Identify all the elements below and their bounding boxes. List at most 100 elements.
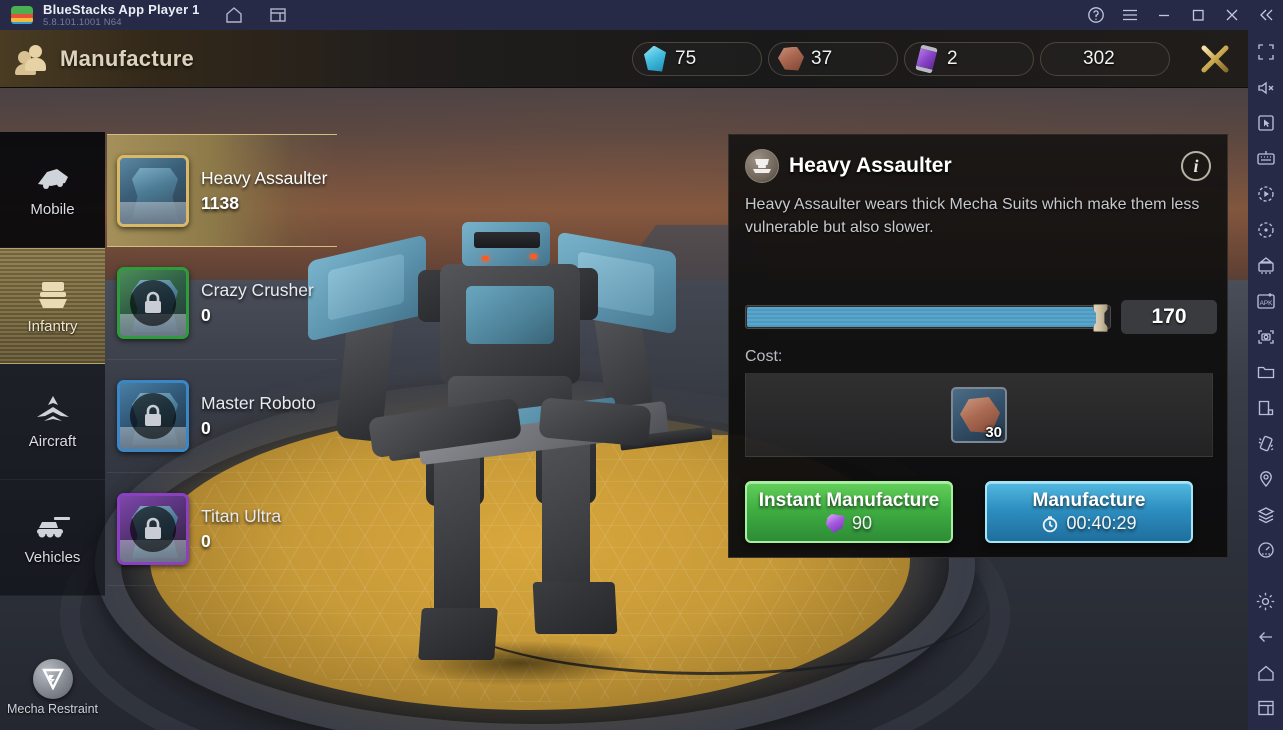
aircraft-icon <box>33 393 73 427</box>
sidebar-item-aircraft-label: Aircraft <box>28 433 77 450</box>
unit-name: Titan Ultra <box>201 506 282 526</box>
resource-gem-value: 302 <box>1083 47 1115 69</box>
resource-gem[interactable]: 302 <box>1040 41 1170 76</box>
action-buttons: Instant Manufacture 90 Manufacture 00:40… <box>745 481 1193 543</box>
page-title: Manufacture <box>15 44 194 75</box>
unit-name: Master Roboto <box>201 393 316 413</box>
manufacture-label: Manufacture <box>1032 490 1146 511</box>
unit-detail-panel: Heavy Assaulter i Heavy Assaulter wears … <box>728 134 1228 558</box>
recents-icon[interactable] <box>1252 694 1280 722</box>
bluestacks-tool-sidebar: APK <box>1248 30 1283 730</box>
detail-description: Heavy Assaulter wears thick Mecha Suits … <box>745 196 1200 236</box>
list-item[interactable]: Heavy Assaulter 1138 <box>107 134 337 247</box>
sidebar-item-infantry[interactable]: Infantry <box>0 248 105 364</box>
ore-icon <box>777 45 805 73</box>
meter-icon[interactable] <box>1252 536 1280 564</box>
clock-icon <box>1041 515 1059 533</box>
manufacture-workers-icon <box>15 44 50 75</box>
crystal-icon <box>641 45 669 73</box>
sidebar-item-vehicles[interactable]: Vehicles <box>0 480 105 596</box>
collapse-icon[interactable] <box>1249 0 1283 30</box>
instant-manufacture-cost: 90 <box>825 513 873 534</box>
resource-crystal-value: 75 <box>675 47 697 69</box>
info-icon[interactable]: i <box>1181 151 1211 181</box>
unit-thumbnail <box>117 154 189 227</box>
category-rail: Mobile Infantry Aircraft Vehicles Mecha … <box>0 132 105 730</box>
resource-canister[interactable]: 2 <box>904 41 1034 76</box>
cost-label: Cost: <box>745 348 783 365</box>
resource-bar: 75 37 2 302 <box>632 41 1176 76</box>
sidebar-item-mobile[interactable]: Mobile <box>0 132 105 248</box>
unit-thumbnail <box>117 267 189 339</box>
infantry-mech-icon <box>33 278 73 312</box>
help-icon[interactable] <box>1079 0 1113 30</box>
mute-icon[interactable] <box>1252 74 1280 102</box>
rotate-icon[interactable] <box>1252 216 1280 244</box>
app-title: BlueStacks App Player 1 <box>43 1 200 17</box>
location-icon[interactable] <box>1252 465 1280 493</box>
macro-play-icon[interactable] <box>1252 180 1280 208</box>
layers-icon[interactable] <box>1252 501 1280 529</box>
screenshot-icon[interactable] <box>1252 323 1280 351</box>
instant-manufacture-label: Instant Manufacture <box>758 490 940 511</box>
media-folder-icon[interactable] <box>1252 358 1280 386</box>
slider-fill <box>747 307 1104 327</box>
instant-manufacture-button[interactable]: Instant Manufacture 90 <box>745 481 953 543</box>
detail-header: Heavy Assaulter i <box>745 149 1211 183</box>
sidebar-item-infantry-label: Infantry <box>27 317 78 335</box>
close-icon[interactable] <box>1215 0 1249 30</box>
sidebar-item-mobile-label: Mobile <box>30 201 75 218</box>
cost-item[interactable]: 30 <box>951 387 1007 443</box>
lock-icon <box>130 506 176 552</box>
list-item[interactable]: Master Roboto 0 <box>107 360 337 473</box>
sidebar-item-aircraft[interactable]: Aircraft <box>0 364 105 480</box>
home-icon[interactable] <box>224 5 244 25</box>
cost-list: 30 <box>745 373 1213 457</box>
manufacture-time-value: 00:40:29 <box>1066 513 1137 533</box>
shake-icon[interactable] <box>1252 430 1280 458</box>
list-item[interactable]: Titan Ultra 0 <box>107 473 337 586</box>
detail-unit-name: Heavy Assaulter <box>789 154 952 177</box>
fullscreen-icon[interactable] <box>1252 38 1280 66</box>
lock-icon <box>130 280 176 326</box>
menu-icon[interactable] <box>1113 0 1147 30</box>
install-apk-icon[interactable]: APK <box>1252 287 1280 315</box>
minimize-icon[interactable] <box>1147 0 1181 30</box>
mecha-model-preview <box>290 170 720 690</box>
unit-list: Heavy Assaulter 1138 Crazy Crusher 0 Mas… <box>107 134 337 586</box>
heavy-assaulter-portrait-icon <box>745 149 779 183</box>
cursor-icon[interactable] <box>1252 109 1280 137</box>
mobile-unit-icon <box>33 161 73 195</box>
tank-icon <box>33 509 73 543</box>
keyboard-icon[interactable] <box>1252 145 1280 173</box>
multi-instance-manager-icon[interactable] <box>1252 252 1280 280</box>
unit-count: 0 <box>201 305 211 325</box>
mecha-restraint-icon <box>32 658 73 699</box>
resource-canister-value: 2 <box>947 47 958 69</box>
gem-icon <box>1049 45 1077 73</box>
svg-text:APK: APK <box>1259 300 1273 307</box>
game-viewport: Manufacture 75 37 2 302 Mobile Infantry … <box>0 30 1248 730</box>
unit-count: 1138 <box>201 192 239 213</box>
maximize-icon[interactable] <box>1181 0 1215 30</box>
quantity-slider[interactable] <box>745 304 1111 332</box>
bluestacks-logo-icon <box>11 6 33 24</box>
canister-icon <box>913 43 941 74</box>
sidebar-item-mecha-restraint[interactable]: Mecha Restraint <box>0 644 105 730</box>
resource-ore[interactable]: 37 <box>768 41 898 76</box>
resource-crystal[interactable]: 75 <box>632 41 762 76</box>
cost-item-quantity: 30 <box>985 424 1002 441</box>
multi-instance-icon[interactable] <box>268 5 288 25</box>
settings-icon[interactable] <box>1252 588 1280 616</box>
instant-manufacture-cost-value: 90 <box>851 513 873 533</box>
list-item[interactable]: Crazy Crusher 0 <box>107 247 337 360</box>
unit-name: Heavy Assaulter <box>201 167 328 188</box>
home-icon[interactable] <box>1252 659 1280 687</box>
close-manufacture-button[interactable] <box>1186 30 1244 88</box>
mecha-restraint-label: Mecha Restraint <box>6 701 98 716</box>
back-icon[interactable] <box>1252 623 1280 651</box>
copy-icon[interactable] <box>1252 394 1280 422</box>
quantity-slider-row: 170 <box>745 300 1217 334</box>
quantity-value[interactable]: 170 <box>1121 300 1217 334</box>
manufacture-button[interactable]: Manufacture 00:40:29 <box>985 481 1193 543</box>
